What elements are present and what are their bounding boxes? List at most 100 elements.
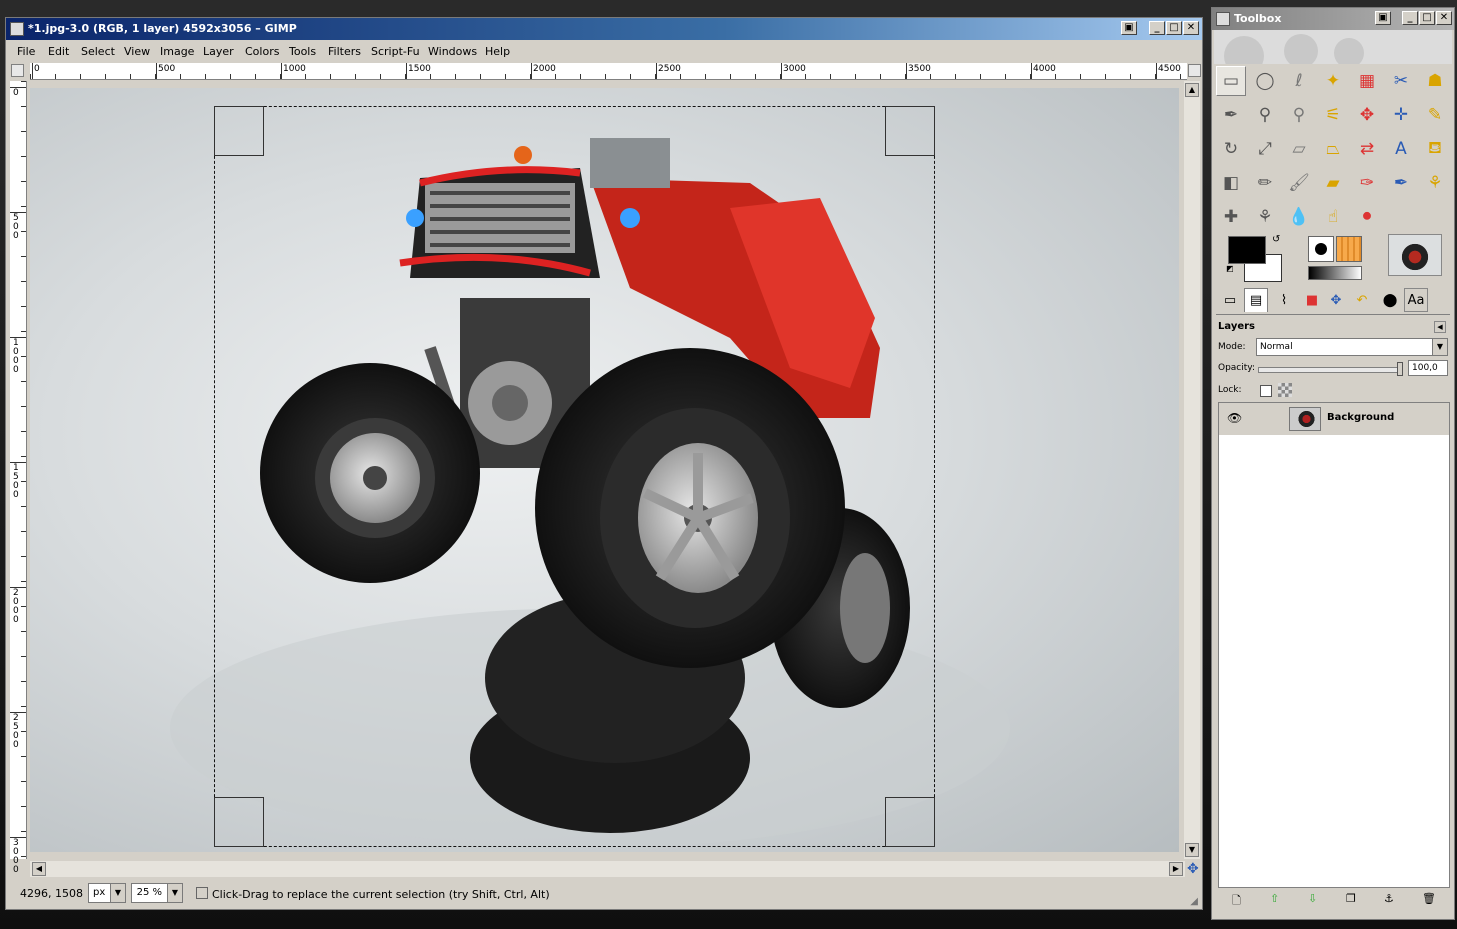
scissors-tool-icon[interactable]: ✂ — [1386, 66, 1416, 96]
scroll-right-icon[interactable]: ▶ — [1169, 862, 1183, 876]
layer-row[interactable]: 👁 Background — [1219, 403, 1449, 435]
paths-tab-icon[interactable]: ⌇ — [1272, 288, 1296, 312]
default-colors-icon[interactable]: ◩ — [1226, 264, 1234, 273]
pattern-swatch[interactable] — [1336, 236, 1362, 262]
anchor-layer-icon[interactable]: ⚓ — [1384, 892, 1394, 905]
tool-options-tab-icon[interactable]: ▭ — [1218, 288, 1242, 312]
blur-tool-icon[interactable]: 💧 — [1284, 202, 1314, 232]
delete-layer-icon[interactable]: 🗑 — [1422, 892, 1436, 905]
fonts-tab-icon[interactable]: Aa — [1404, 288, 1428, 312]
ellipse-select-tool-icon[interactable]: ◯ — [1250, 66, 1280, 96]
horizontal-ruler[interactable]: 0 500 1000 1500 2000 2500 3000 3500 4000… — [30, 63, 1187, 80]
text-tool-icon[interactable]: A — [1386, 134, 1416, 164]
scale-tool-icon[interactable]: ⤢ — [1250, 134, 1280, 164]
brushes-tab-icon[interactable]: ⬤ — [1378, 288, 1402, 312]
zoom-select[interactable]: 25 % ▼ — [131, 883, 183, 903]
dock-icon[interactable]: ▣ — [1375, 11, 1391, 25]
flip-tool-icon[interactable]: ⇄ — [1352, 134, 1382, 164]
crop-tool-icon[interactable]: ✎ — [1420, 100, 1450, 130]
airbrush-tool-icon[interactable]: ✑ — [1352, 168, 1382, 198]
scroll-up-icon[interactable]: ▲ — [1185, 83, 1199, 97]
menu-view[interactable]: View — [124, 45, 150, 58]
dodge-burn-tool-icon[interactable]: ⚫ — [1352, 202, 1382, 232]
brush-swatch[interactable] — [1308, 236, 1334, 262]
eraser-tool-icon[interactable]: ▰ — [1318, 168, 1348, 198]
heal-tool-icon[interactable]: ✚ — [1216, 202, 1246, 232]
menu-script-fu[interactable]: Script-Fu — [371, 45, 420, 58]
dialog-menu-icon[interactable]: ◀ — [1434, 321, 1446, 333]
menu-help[interactable]: Help — [485, 45, 510, 58]
image-window-titlebar[interactable]: *1.jpg-3.0 (RGB, 1 layer) 4592x3056 – GI… — [6, 18, 1202, 40]
menu-image[interactable]: Image — [160, 45, 194, 58]
menu-windows[interactable]: Windows — [428, 45, 477, 58]
selection-handle-tl[interactable] — [214, 106, 264, 156]
smudge-tool-icon[interactable]: ☝ — [1318, 202, 1348, 232]
rotate-tool-icon[interactable]: ↻ — [1216, 134, 1246, 164]
shear-tool-icon[interactable]: ▱ — [1284, 134, 1314, 164]
menu-file[interactable]: File — [17, 45, 35, 58]
undo-history-tab-icon[interactable]: ↶ — [1350, 288, 1374, 312]
active-image-thumbnail[interactable] — [1388, 234, 1442, 276]
mode-select[interactable]: Normal ▼ — [1256, 338, 1448, 356]
move-tab-icon[interactable]: ✥ — [1324, 288, 1348, 312]
minimize-button[interactable]: _ — [1149, 21, 1165, 35]
vertical-ruler[interactable]: 0 500 1000 1500 2000 2500 3000 — [10, 81, 27, 875]
menu-layer[interactable]: Layer — [203, 45, 234, 58]
clone-tool-icon[interactable]: ⚘ — [1420, 168, 1450, 198]
layers-list[interactable]: 👁 Background — [1218, 402, 1450, 888]
slider-thumb[interactable] — [1397, 362, 1403, 376]
selection-handle-tr[interactable] — [885, 106, 935, 156]
raise-layer-icon[interactable]: ⇧ — [1270, 892, 1279, 905]
menu-filters[interactable]: Filters — [328, 45, 361, 58]
free-select-tool-icon[interactable]: ℓ — [1284, 66, 1314, 96]
visibility-eye-icon[interactable]: 👁 — [1227, 411, 1242, 425]
selection-handle-br[interactable] — [885, 797, 935, 847]
blend-tool-icon[interactable]: ◧ — [1216, 168, 1246, 198]
quick-mask-toggle[interactable] — [11, 64, 24, 77]
gradient-swatch[interactable] — [1308, 266, 1362, 280]
opacity-slider[interactable] — [1258, 362, 1403, 376]
menu-tools[interactable]: Tools — [289, 45, 316, 58]
new-layer-icon[interactable]: 🗋 — [1232, 892, 1241, 911]
menu-edit[interactable]: Edit — [48, 45, 69, 58]
color-select-tool-icon[interactable]: ▦ — [1352, 66, 1382, 96]
menu-select[interactable]: Select — [81, 45, 115, 58]
zoom-tool-icon[interactable]: ⚲ — [1284, 100, 1314, 130]
scroll-down-icon[interactable]: ▼ — [1185, 843, 1199, 857]
layers-tab-icon[interactable]: ▤ — [1244, 288, 1268, 312]
channels-tab-icon[interactable]: ■ — [1300, 288, 1324, 312]
bucket-fill-tool-icon[interactable]: ⛾ — [1420, 134, 1450, 164]
toolbox-titlebar[interactable]: Toolbox ▣ _ □ ✕ — [1212, 8, 1454, 30]
minimize-button[interactable]: _ — [1402, 11, 1418, 25]
horizontal-scrollbar[interactable]: ◀ ▶ — [30, 861, 1185, 877]
align-tool-icon[interactable]: ✛ — [1386, 100, 1416, 130]
move-tool-icon[interactable]: ✥ — [1352, 100, 1382, 130]
perspective-clone-tool-icon[interactable]: ⚘ — [1250, 202, 1280, 232]
dock-icon[interactable]: ▣ — [1121, 21, 1137, 35]
close-button[interactable]: ✕ — [1436, 11, 1452, 25]
resize-grip-icon[interactable]: ◢ — [1190, 896, 1198, 907]
lower-layer-icon[interactable]: ⇩ — [1308, 892, 1317, 905]
pencil-tool-icon[interactable]: ✏ — [1250, 168, 1280, 198]
swap-colors-icon[interactable]: ↺ — [1272, 234, 1280, 245]
duplicate-layer-icon[interactable]: ❐ — [1346, 892, 1356, 905]
foreground-select-tool-icon[interactable]: ☗ — [1420, 66, 1450, 96]
ink-tool-icon[interactable]: ✒ — [1386, 168, 1416, 198]
color-picker-tool-icon[interactable]: ⚲ — [1250, 100, 1280, 130]
close-button[interactable]: ✕ — [1183, 21, 1199, 35]
fuzzy-select-tool-icon[interactable]: ✦ — [1318, 66, 1348, 96]
foreground-color-swatch[interactable] — [1228, 236, 1266, 264]
lock-alpha-checkbox[interactable] — [1260, 385, 1272, 397]
paintbrush-tool-icon[interactable]: 🖌 — [1284, 168, 1314, 198]
selection-handle-bl[interactable] — [214, 797, 264, 847]
opacity-spinbox[interactable]: 100,0 — [1408, 360, 1448, 376]
navigate-icon[interactable] — [1188, 64, 1201, 77]
rectangle-selection[interactable] — [214, 106, 935, 847]
unit-select[interactable]: px ▼ — [88, 883, 126, 903]
vertical-scrollbar[interactable]: ▲ ▼ — [1184, 81, 1200, 859]
paths-tool-icon[interactable]: ✒ — [1216, 100, 1246, 130]
measure-tool-icon[interactable]: ⚟ — [1318, 100, 1348, 130]
maximize-button[interactable]: □ — [1419, 11, 1435, 25]
maximize-button[interactable]: □ — [1166, 21, 1182, 35]
menu-colors[interactable]: Colors — [245, 45, 279, 58]
